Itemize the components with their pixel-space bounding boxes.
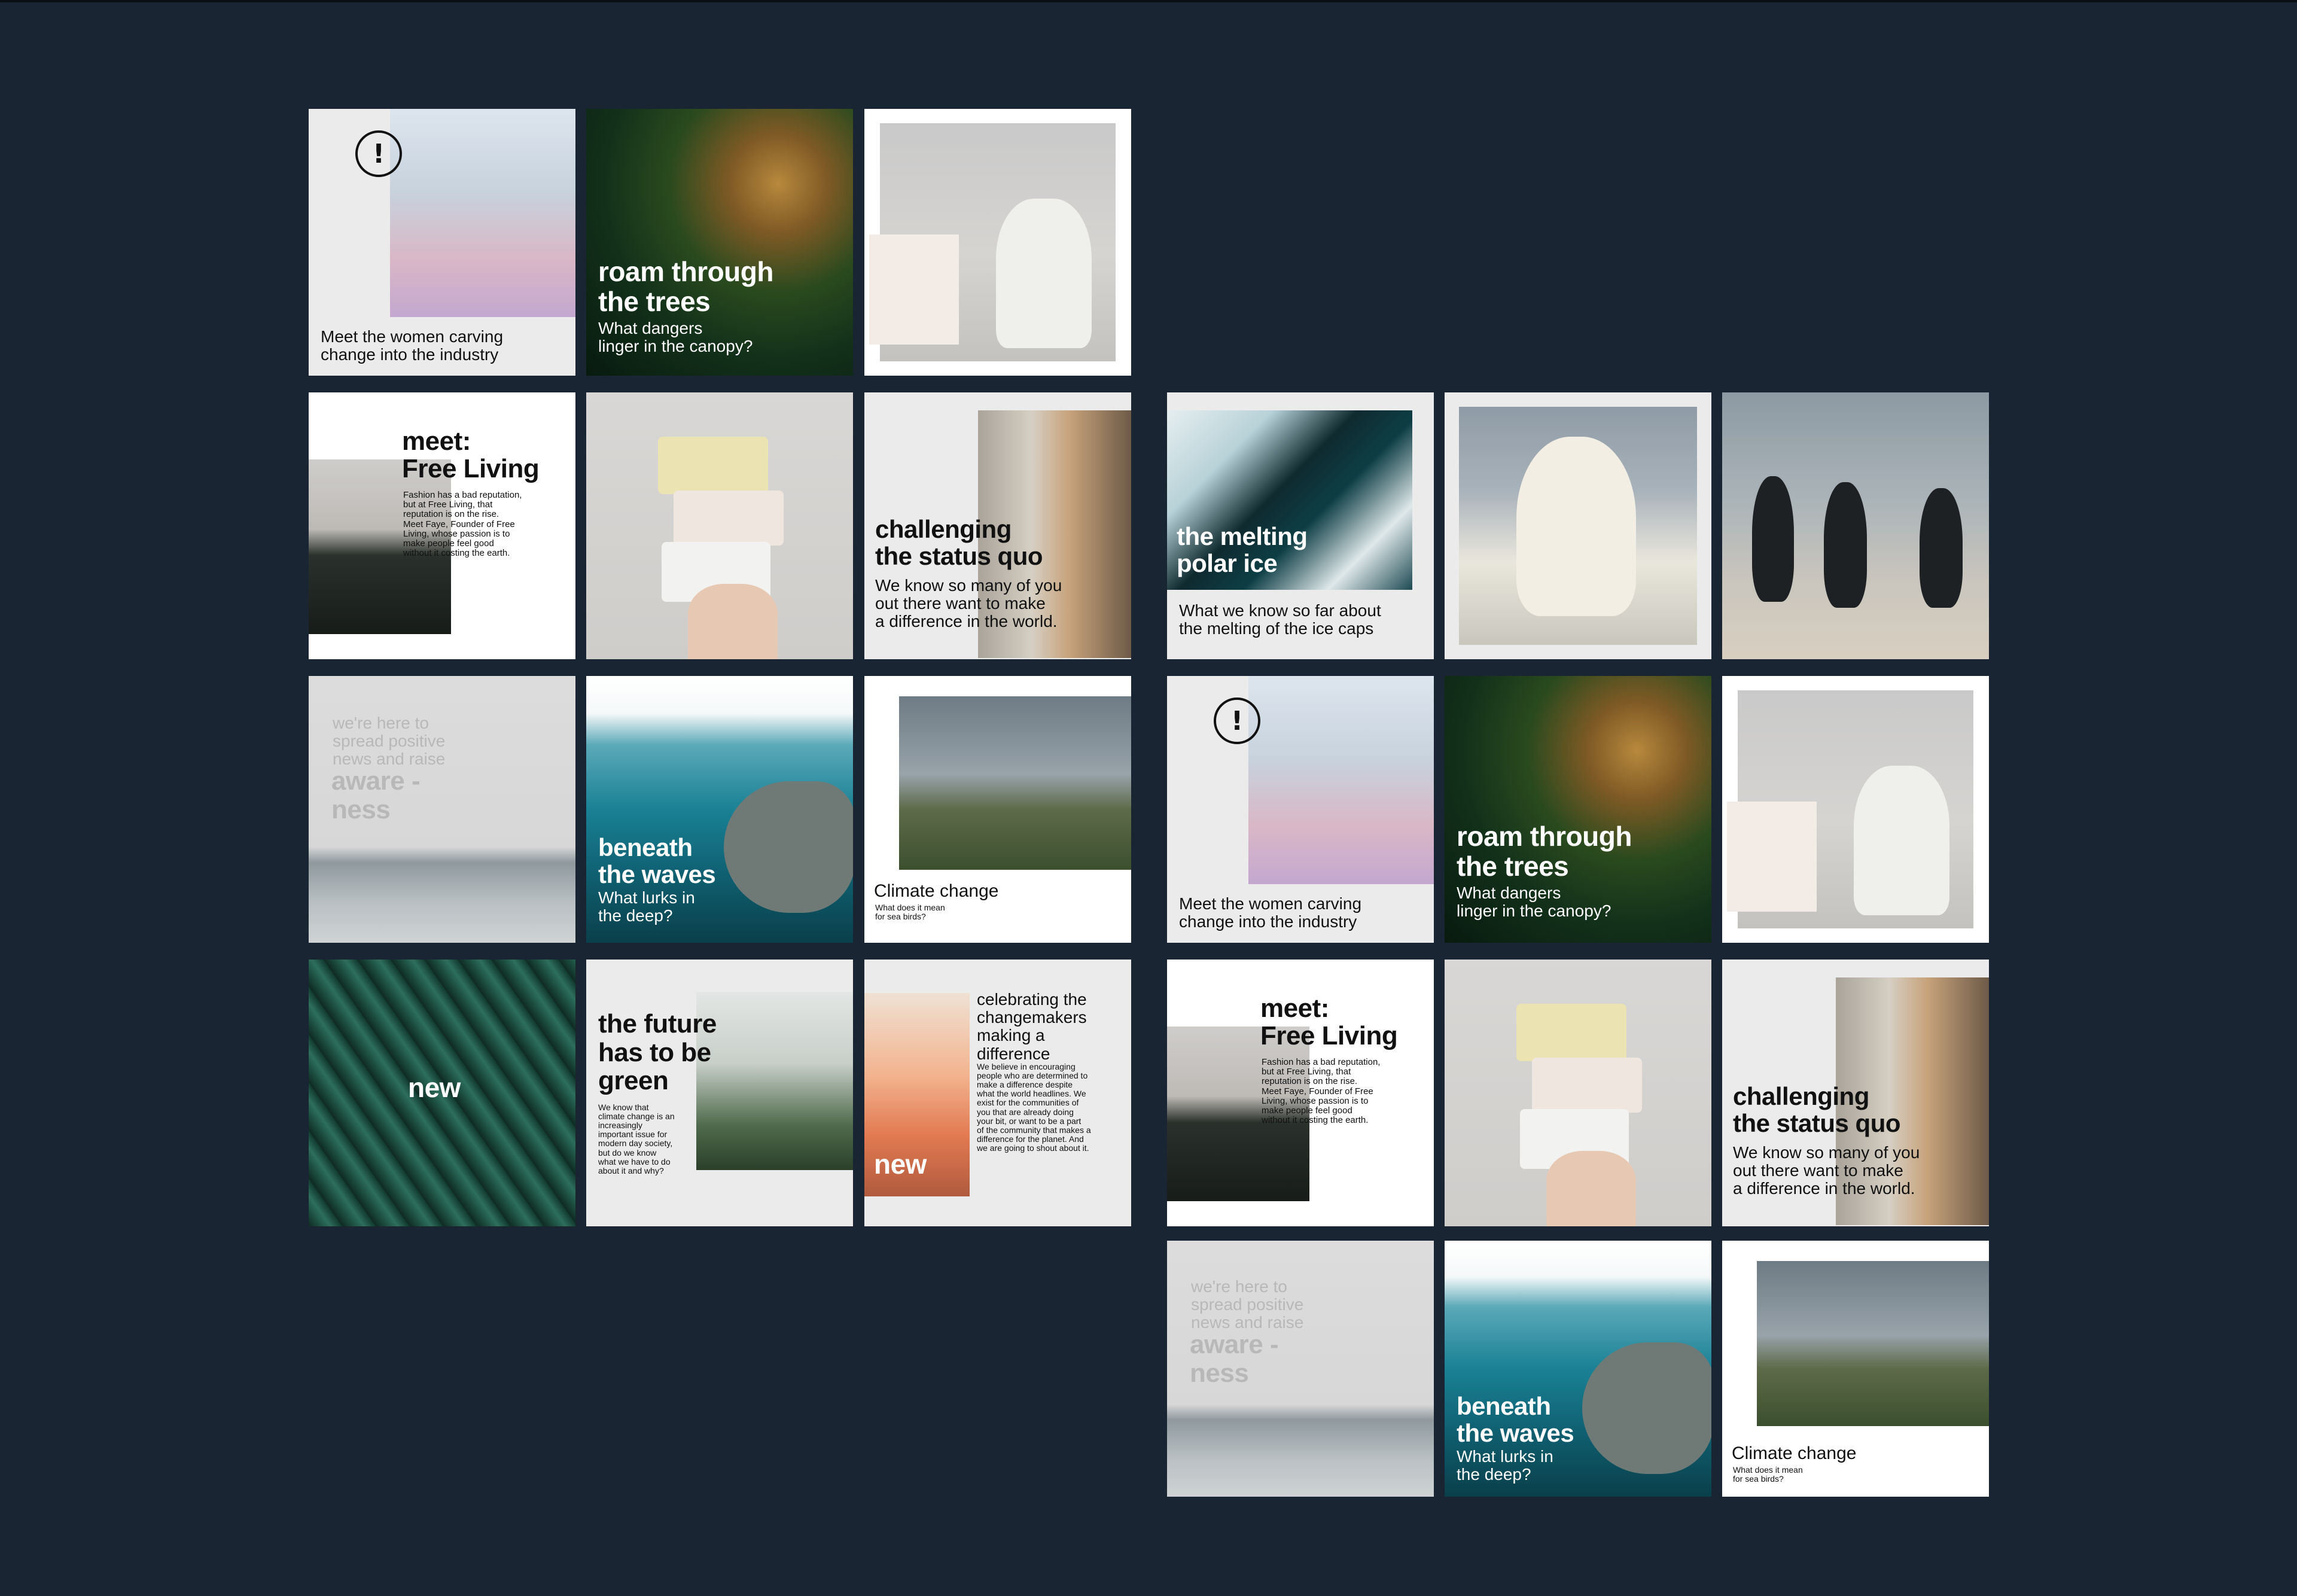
statusquo-body: We know so many of you out there want to… <box>875 576 1062 631</box>
freeliving-title-top: meet: <box>402 427 471 456</box>
tile-tape-2[interactable] <box>1445 960 1711 1226</box>
climate-subtitle: What does it mean for sea birds? <box>875 903 945 922</box>
future-title: the future has to be green <box>598 1009 717 1096</box>
cream-tape-roll-2 <box>1532 1058 1642 1113</box>
tile-future[interactable]: the future has to be green We know that … <box>586 960 853 1226</box>
polar-body: What we know so far about the melting of… <box>1179 601 1381 638</box>
seal <box>724 781 853 913</box>
climate-subtitle-2: What does it mean for sea birds? <box>1733 1465 1803 1484</box>
tile-women[interactable]: ! Meet the women carving change into the… <box>309 109 575 376</box>
tile-climate-2[interactable]: Climate change What does it mean for sea… <box>1722 1241 1989 1497</box>
tile-studio-2[interactable] <box>1722 676 1989 943</box>
freeliving-title-main-2: Free Living <box>1260 1021 1398 1050</box>
tile-awareness[interactable]: we're here to spread positive news and r… <box>309 676 575 943</box>
seal-2 <box>1582 1342 1711 1474</box>
women-caption: Meet the women carving change into the i… <box>321 327 504 364</box>
puffin-photo-2 <box>1757 1261 1989 1426</box>
awareness-word-2: aware - ness <box>1190 1330 1279 1388</box>
waves-title-2: beneath the waves <box>1457 1392 1574 1448</box>
textile-swatch-2 <box>1727 802 1817 912</box>
future-body: We know that climate change is an increa… <box>598 1102 675 1175</box>
yellow-tape-roll-2 <box>1516 1004 1626 1061</box>
foggy-forest-photo <box>696 992 853 1170</box>
yellow-tape-roll <box>658 437 768 494</box>
polar-bear <box>1516 437 1636 616</box>
cream-tape-roll <box>674 491 784 546</box>
penguin-1 <box>1752 476 1794 602</box>
awareness-intro-2: we're here to spread positive news and r… <box>1191 1277 1304 1332</box>
tile-trees-2[interactable]: roam through the trees What dangers ling… <box>1445 676 1711 943</box>
awareness-intro: we're here to spread positive news and r… <box>333 714 446 769</box>
women-photo-2 <box>1248 676 1434 884</box>
tile-awareness-2[interactable]: we're here to spread positive news and r… <box>1167 1241 1434 1497</box>
hand-2 <box>1546 1151 1636 1226</box>
puffin-photo <box>899 696 1131 870</box>
exclamation-circle-icon: ! <box>355 130 402 177</box>
tile-trees[interactable]: roam through the trees What dangers ling… <box>586 109 853 376</box>
freeliving-body-2: Fashion has a bad reputation, but at Fre… <box>1262 1057 1381 1126</box>
celebrate-body: We believe in encouraging people who are… <box>977 1062 1091 1153</box>
climate-title-2: Climate change <box>1732 1443 1857 1463</box>
tile-waves[interactable]: beneath the waves What lurks in the deep… <box>586 676 853 943</box>
women-caption-2: Meet the women carving change into the i… <box>1179 894 1362 931</box>
tile-statusquo[interactable]: challenging the status quo We know so ma… <box>864 392 1131 659</box>
freeliving-title-main: Free Living <box>402 454 540 483</box>
statusquo-title-2: challenging the status quo <box>1733 1082 1901 1138</box>
seated-woman-figure <box>996 199 1092 348</box>
trees-title-2: roam through the trees <box>1457 821 1632 882</box>
tile-new[interactable]: new <box>309 960 575 1226</box>
statusquo-title: challenging the status quo <box>875 515 1043 571</box>
penguin-2 <box>1824 482 1867 608</box>
tile-statusquo-2[interactable]: challenging the status quo We know so ma… <box>1722 960 1989 1226</box>
tile-penguins[interactable] <box>1722 392 1989 659</box>
waves-title: beneath the waves <box>598 833 716 889</box>
celebrate-title: celebrating the changemakers making a di… <box>977 990 1087 1063</box>
climate-title: Climate change <box>874 881 999 901</box>
tile-tape[interactable] <box>586 392 853 659</box>
exclamation-circle-icon: ! <box>1214 698 1260 744</box>
celebrate-new-word: new <box>874 1149 927 1180</box>
polar-title: the melting polar ice <box>1177 522 1308 578</box>
seated-woman-figure-2 <box>1854 766 1949 915</box>
waves-subtitle-2: What lurks in the deep? <box>1457 1447 1553 1484</box>
tile-studio[interactable] <box>864 109 1131 376</box>
freeliving-body: Fashion has a bad reputation, but at Fre… <box>403 490 522 559</box>
tile-polar[interactable]: the melting polar ice What we know so fa… <box>1167 392 1434 659</box>
textile-swatch <box>869 234 959 345</box>
awareness-word: aware - ness <box>331 766 421 824</box>
penguin-3 <box>1920 488 1963 608</box>
freeliving-title-top-2: meet: <box>1260 994 1329 1023</box>
tile-celebrate[interactable]: celebrating the changemakers making a di… <box>864 960 1131 1226</box>
tile-bear[interactable] <box>1445 392 1711 659</box>
trees-title: roam through the trees <box>598 256 773 317</box>
tile-climate[interactable]: Climate change What does it mean for sea… <box>864 676 1131 943</box>
tile-freeliving-2[interactable]: meet: Free Living Fashion has a bad repu… <box>1167 960 1434 1226</box>
trees-subtitle-2: What dangers linger in the canopy? <box>1457 884 1611 921</box>
tile-women-2[interactable]: ! Meet the women carving change into the… <box>1167 676 1434 943</box>
women-photo <box>390 109 575 317</box>
trees-subtitle: What dangers linger in the canopy? <box>598 319 753 356</box>
tile-waves-2[interactable]: beneath the waves What lurks in the deep… <box>1445 1241 1711 1497</box>
hand <box>688 584 778 659</box>
tile-freeliving[interactable]: meet: Free Living Fashion has a bad repu… <box>309 392 575 659</box>
statusquo-body-2: We know so many of you out there want to… <box>1733 1143 1920 1198</box>
waves-subtitle: What lurks in the deep? <box>598 888 695 925</box>
new-word: new <box>408 1072 461 1103</box>
